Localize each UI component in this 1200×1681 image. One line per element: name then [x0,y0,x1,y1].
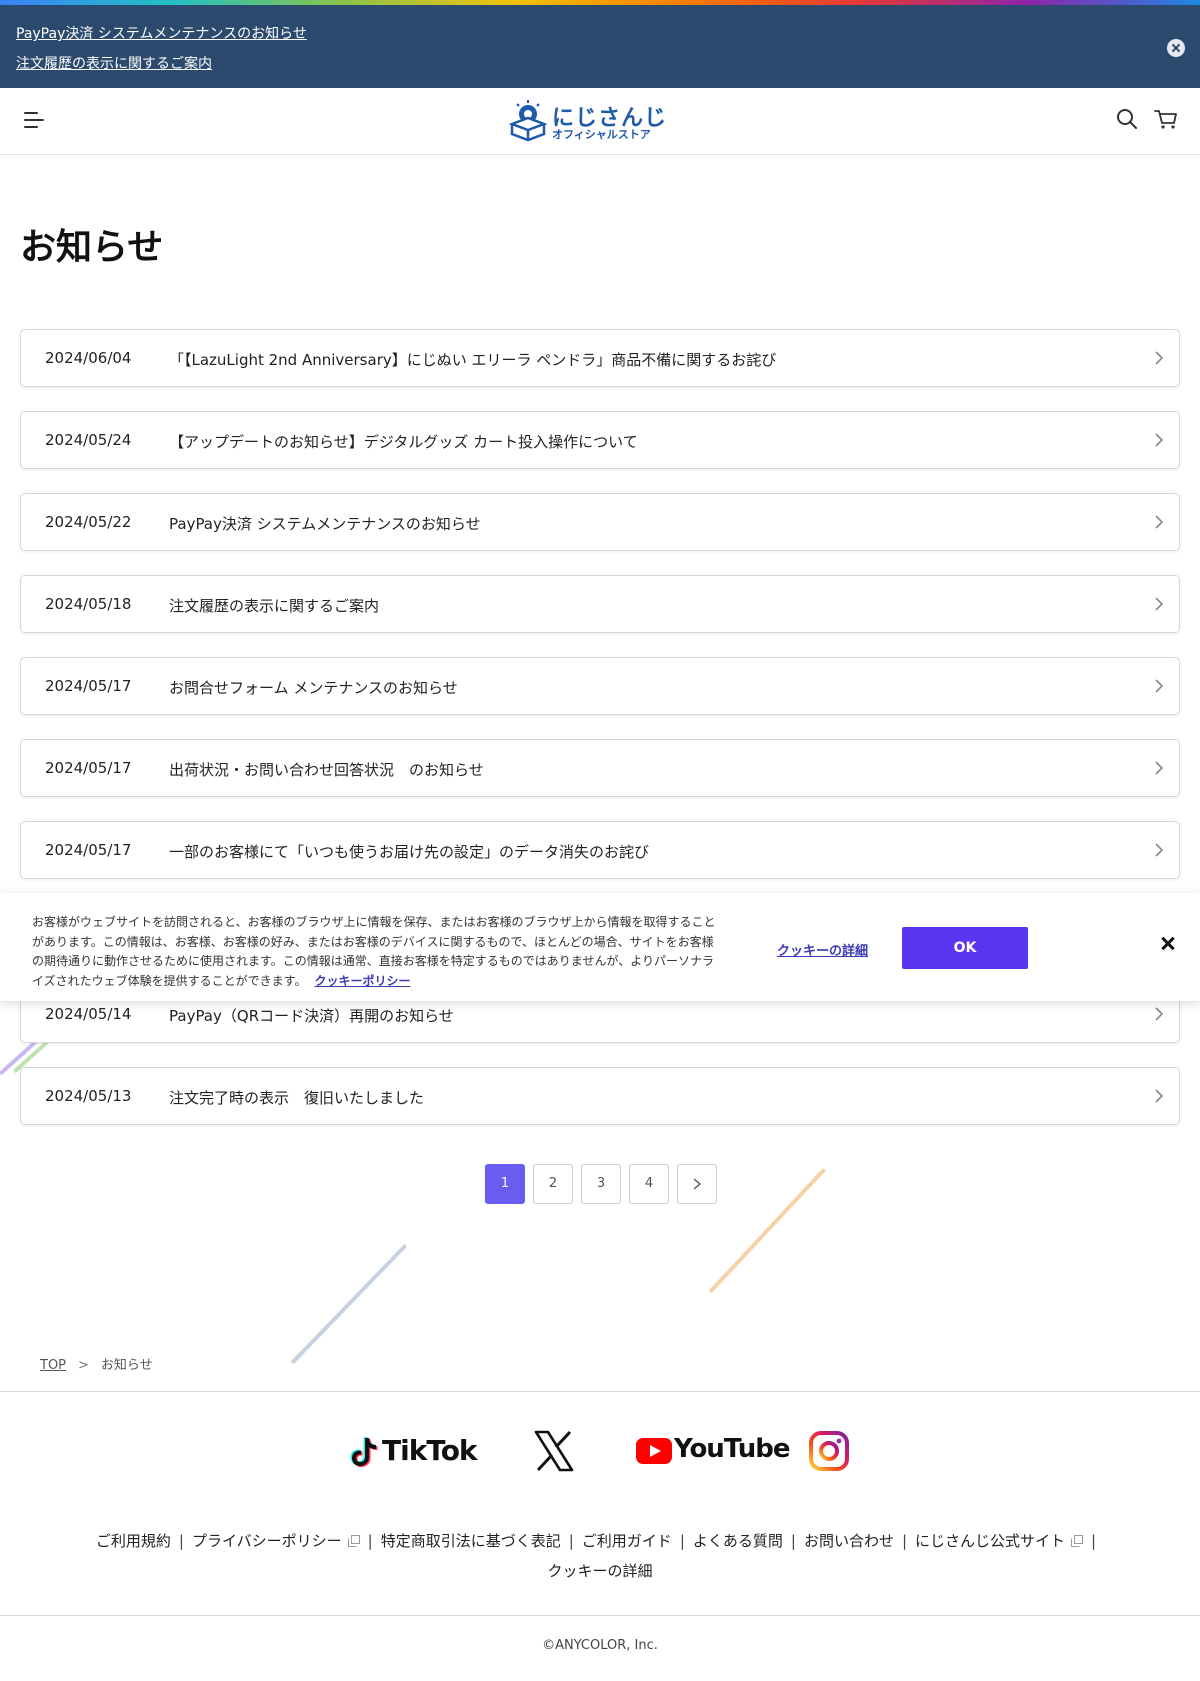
news-date: 2024/05/18 [45,595,132,613]
logo-text-sub: オフィシャルストア [552,128,651,141]
news-title: 一部のお客様にて「いつも使うお届け先の設定」のデータ消失のお詫び [169,843,650,861]
cart-icon[interactable] [1154,108,1178,130]
cookie-policy-link[interactable]: クッキーポリシー [314,974,410,988]
breadcrumb-top-link[interactable]: TOP [40,1358,66,1373]
youtube-icon [636,1438,672,1464]
decorative-line-blue [290,1243,408,1365]
footer-link-privacy[interactable]: プライバシーポリシー [192,1532,360,1550]
news-title: 注文履歴の表示に関するご案内 [169,597,380,615]
footer-divider-bottom [0,1615,1200,1616]
news-item[interactable]: 2024/06/04 「【LazuLight 2nd Anniversary】に… [20,329,1180,387]
page-button-1[interactable]: 1 [485,1164,525,1204]
footer-link-faq[interactable]: よくある質問 [693,1532,783,1550]
footer-link-terms[interactable]: ご利用規約 [96,1532,171,1550]
news-date: 2024/05/13 [45,1087,132,1105]
news-title: 出荷状況・お問い合わせ回答状況 のお知らせ [169,761,484,779]
news-title: PayPay決済 システムメンテナンスのお知らせ [169,515,481,533]
breadcrumb-current: お知らせ [100,1358,153,1373]
news-date: 2024/05/17 [45,677,132,695]
footer-separator: | [679,1532,685,1550]
chevron-right-icon [1155,843,1164,857]
external-link-icon [1071,1535,1084,1547]
footer-link-contact[interactable]: お問い合わせ [804,1532,894,1550]
instagram-icon [809,1431,849,1471]
tiktok-icon [350,1437,378,1467]
youtube-link[interactable]: YouTube [636,1430,790,1474]
chevron-right-icon [1155,515,1164,529]
chevron-right-icon [1155,761,1164,775]
page-button-2[interactable]: 2 [533,1164,573,1204]
footer-link-official-site[interactable]: にじさんじ公式サイト [915,1532,1084,1550]
page-title: お知らせ [20,227,164,268]
footer-links: ご利用規約 | プライバシーポリシー | 特定商取引法に基づく表記 | ご利用ガイド | よくあ… [60,1526,1140,1586]
search-icon[interactable] [1116,108,1138,130]
chevron-right-icon [1155,433,1164,447]
chevron-right-icon [1155,1089,1164,1103]
logo-box-icon [508,100,548,142]
tiktok-label: TikTok [382,1434,478,1467]
footer-separator: | [1091,1532,1097,1550]
x-icon [534,1430,574,1472]
footer-link-guide[interactable]: ご利用ガイド [582,1532,672,1550]
breadcrumb: TOP > お知らせ [40,1354,153,1373]
footer-link-commerce-law[interactable]: 特定商取引法に基づく表記 [381,1532,561,1550]
footer-divider-top [0,1391,1200,1392]
cookie-ok-button[interactable]: OK [902,927,1028,969]
footer-separator: | [568,1532,574,1550]
news-item[interactable]: 2024/05/22 PayPay決済 システムメンテナンスのお知らせ [20,493,1180,551]
news-item[interactable]: 2024/05/17 お問合せフォーム メンテナンスのお知らせ [20,657,1180,715]
footer-link-cookies[interactable]: クッキーの詳細 [547,1562,652,1580]
external-link-icon [347,1535,360,1547]
copyright: ©ANYCOLOR, Inc. [542,1638,658,1653]
footer-separator: | [901,1532,908,1550]
notice-link-order-history[interactable]: 注文履歴の表示に関するご案内 [16,53,212,73]
chevron-right-icon [1155,351,1164,365]
notice-bar: PayPay決済 システムメンテナンスのお知らせ 注文履歴の表示に関するご案内 [0,5,1200,88]
footer-link-official-site-label: にじさんじ公式サイト [915,1532,1066,1550]
page-button-3[interactable]: 3 [581,1164,621,1204]
news-title: PayPay（QRコード決済）再開のお知らせ [169,1007,454,1025]
hamburger-menu-icon[interactable] [24,110,46,130]
news-date: 2024/05/22 [45,513,132,531]
page-next-button[interactable] [677,1164,717,1204]
news-title: お問合せフォーム メンテナンスのお知らせ [169,679,458,697]
news-date: 2024/06/04 [45,349,132,367]
page-button-4[interactable]: 4 [629,1164,669,1204]
news-title: 注文完了時の表示 復旧いたしました [169,1089,425,1107]
news-item[interactable]: 2024/05/13 注文完了時の表示 復旧いたしました [20,1067,1180,1125]
notice-link-paypay[interactable]: PayPay決済 システムメンテナンスのお知らせ [16,23,307,43]
store-logo[interactable]: にじさんじ オフィシャルストア [508,96,668,144]
news-item[interactable]: 2024/05/24 【アップデートのお知らせ】デジタルグッズ カート投入操作に… [20,411,1180,469]
news-title: 「【LazuLight 2nd Anniversary】にじぬい エリーラ ペン… [169,351,777,369]
footer-separator: | [367,1532,373,1550]
news-date: 2024/05/17 [45,841,132,859]
news-item[interactable]: 2024/05/17 一部のお客様にて「いつも使うお届け先の設定」のデータ消失の… [20,821,1180,879]
chevron-right-icon [1155,679,1164,693]
news-date: 2024/05/24 [45,431,132,449]
footer-separator: | [178,1532,184,1550]
news-title: 【アップデートのお知らせ】デジタルグッズ カート投入操作について [169,433,638,451]
chevron-right-icon [1155,597,1164,611]
chevron-right-icon [693,1178,702,1190]
instagram-link[interactable] [808,1430,850,1474]
x-link[interactable] [534,1430,574,1474]
cookie-banner: お客様がウェブサイトを訪問されると、お客様のブラウザ上に情報を保存、またはお客様… [0,893,1200,1001]
decorative-line-orange [708,1167,827,1294]
chevron-right-icon [1155,1007,1164,1021]
footer-link-privacy-label: プライバシーポリシー [191,1532,342,1550]
youtube-label: YouTube [674,1434,790,1464]
tiktok-link[interactable]: TikTok [350,1430,478,1474]
news-item[interactable]: 2024/05/18 注文履歴の表示に関するご案内 [20,575,1180,633]
notice-close-icon[interactable] [1167,39,1185,57]
cookie-text: お客様がウェブサイトを訪問されると、お客様のブラウザ上に情報を保存、またはお客様… [32,913,722,991]
news-date: 2024/05/14 [45,1005,132,1023]
cookie-close-icon[interactable] [1160,935,1176,951]
news-item[interactable]: 2024/05/17 出荷状況・お問い合わせ回答状況 のお知らせ [20,739,1180,797]
site-header: にじさんじ オフィシャルストア [0,88,1200,155]
footer-separator: | [790,1532,796,1550]
news-date: 2024/05/17 [45,759,132,777]
cookie-details-link[interactable]: クッキーの詳細 [777,940,868,959]
breadcrumb-separator: > [78,1358,89,1373]
